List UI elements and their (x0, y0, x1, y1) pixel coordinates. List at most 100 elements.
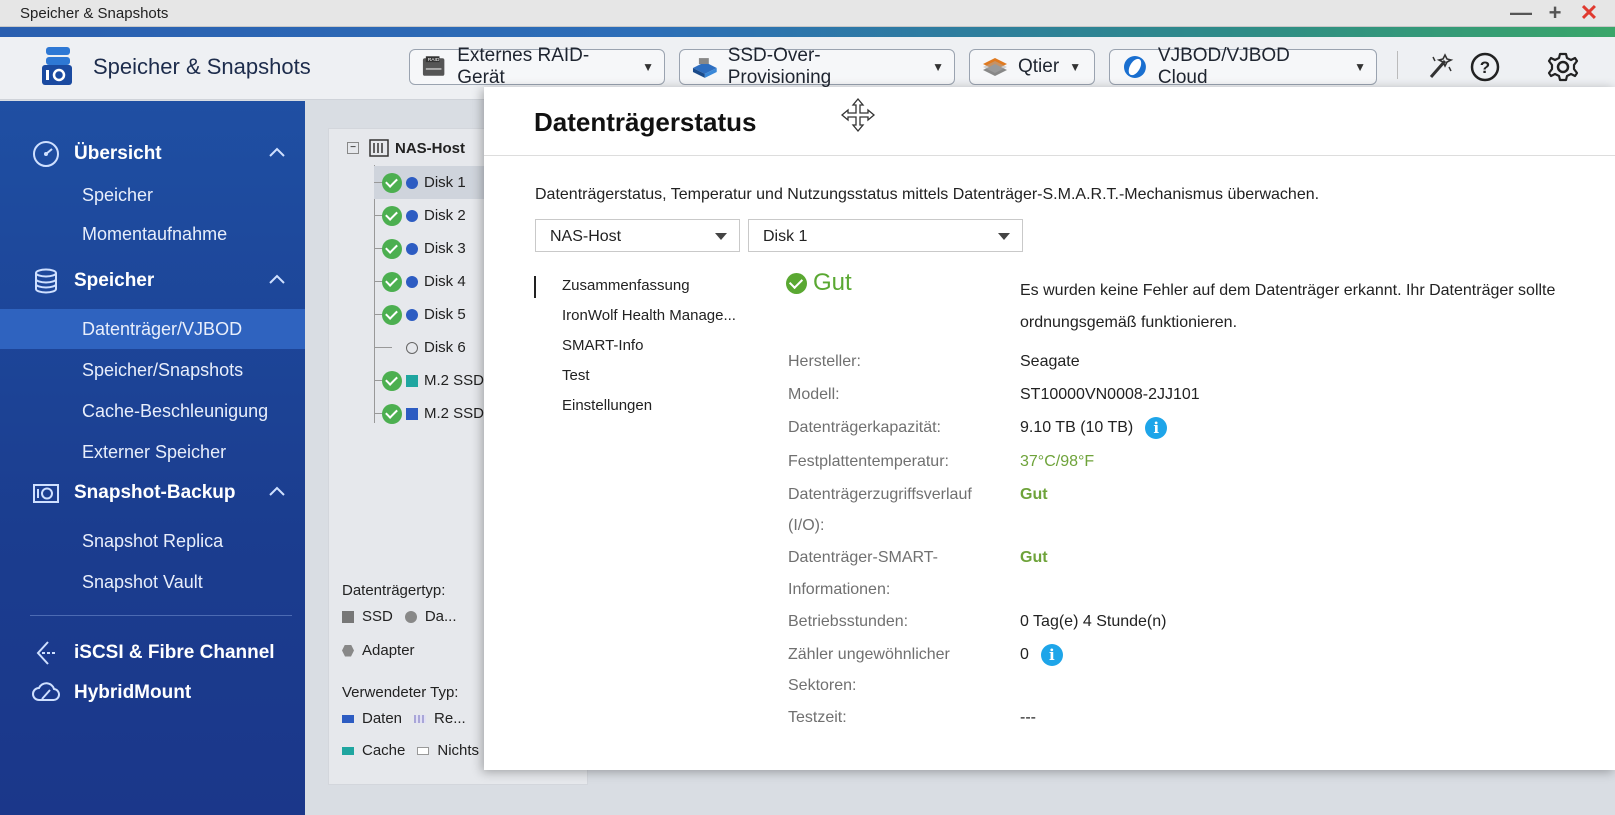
chevron-down-icon: ▼ (1354, 60, 1366, 74)
chevron-up-icon[interactable] (268, 146, 286, 158)
collapse-icon[interactable]: − (347, 142, 359, 154)
legend-disk-type-row: SSD Da... (342, 608, 457, 625)
tree-item-label: M.2 SSD (424, 405, 485, 422)
operating-hours-value: 0 Tag(e) 4 Stunde(n) (1020, 613, 1167, 630)
access-history-label-2: (I/O): (788, 517, 825, 534)
tree-branch (374, 347, 392, 348)
tree-root-label: NAS-Host (395, 139, 465, 157)
tree-item-label: Disk 6 (424, 339, 466, 356)
tree-item-label: Disk 1 (424, 174, 466, 191)
data-disk-dot (406, 275, 418, 288)
ssd-overprovisioning-button[interactable]: SSD-Over-Provisioning ▼ (679, 45, 955, 88)
sidebar-item-snapshot-overview[interactable]: Momentaufnahme (82, 224, 227, 245)
reserved-swatch (414, 714, 427, 723)
check-ok-icon (382, 403, 402, 424)
model-value: ST10000VN0008-2JJ101 (1020, 386, 1200, 403)
qtier-label: Qtier (1018, 56, 1060, 77)
minimize-button[interactable]: — (1509, 1, 1533, 25)
check-ok-icon (382, 370, 402, 391)
access-history-label: Datenträgerzugriffsverlauf (788, 486, 972, 503)
disk-status-dialog: Datenträgerstatus Datenträgerstatus, Tem… (484, 87, 1615, 770)
legend-used-row-2: Cache Nichts (342, 742, 479, 759)
data-swatch (342, 714, 354, 723)
gear-icon[interactable] (1547, 51, 1579, 83)
close-button[interactable]: ✕ (1577, 1, 1601, 25)
nav-summary[interactable]: Zusammenfassung (562, 277, 690, 294)
ssd-overprovisioning-label: SSD-Over-Provisioning (727, 45, 832, 88)
help-icon[interactable]: ? (1469, 51, 1501, 83)
iscsi-icon (36, 641, 56, 665)
sidebar-item-disks-vjbod[interactable]: Datenträger/VJBOD (0, 309, 305, 349)
manufacturer-label: Hersteller: (788, 353, 861, 370)
capacity-value: 9.10 TB (10 TB) (1020, 419, 1134, 436)
nav-settings[interactable]: Einstellungen (562, 397, 652, 414)
sidebar-section-label: Übersicht (74, 143, 162, 164)
sidebar-section-iscsi[interactable]: iSCSI & Fibre Channel (0, 633, 305, 673)
test-time-value: --- (1020, 709, 1036, 726)
check-ok-icon (382, 304, 402, 325)
tree-item-label: Disk 4 (424, 273, 466, 290)
cache-ssd-square (406, 374, 418, 387)
info-icon[interactable]: i (1040, 643, 1063, 666)
legend-cache: Cache (362, 742, 406, 759)
legend-ssd: SSD (362, 608, 393, 625)
sidebar-section-label: Speicher (74, 270, 155, 291)
adapter-swatch (342, 644, 354, 657)
legend-used-row-1: Daten Re... (342, 710, 466, 727)
smart-label-2: Informationen: (788, 581, 891, 598)
nav-ironwolf-health[interactable]: IronWolf Health Manage... (562, 307, 736, 324)
bad-sectors-label-2: Sektoren: (788, 677, 857, 694)
host-select[interactable]: NAS-Host (535, 219, 740, 252)
vjbod-cloud-label: VJBOD/VJBOD Cloud (1157, 45, 1290, 88)
info-icon[interactable]: i (1145, 416, 1168, 439)
magic-wand-icon[interactable] (1423, 51, 1455, 83)
capacity-label: Datenträgerkapazität: (788, 419, 941, 436)
chevron-up-icon[interactable] (268, 273, 286, 285)
external-raid-button[interactable]: RAID Externes RAID-Gerät ▼ (409, 45, 665, 88)
nav-smart-info[interactable]: SMART-Info (562, 337, 643, 354)
sidebar-section-label: HybridMount (74, 682, 192, 703)
cloud-mount-icon (32, 682, 60, 701)
sidebar-item-storage-snapshots[interactable]: Speicher/Snapshots (82, 360, 243, 381)
disk-select[interactable]: Disk 1 (748, 219, 1023, 252)
header-divider (1397, 51, 1398, 79)
caret-down-icon (715, 233, 727, 240)
smart-label: Datenträger-SMART- (788, 549, 938, 566)
check-ok-icon (382, 271, 402, 292)
sidebar-item-cache-acceleration[interactable]: Cache-Beschleunigung (82, 401, 268, 422)
tree-root-nas-host[interactable]: − NAS-Host (347, 139, 465, 157)
maximize-button[interactable]: + (1543, 1, 1567, 25)
status-message: Es wurden keine Fehler auf dem Datenträg… (1020, 282, 1556, 331)
legend-used-type-heading: Verwendeter Typ: (342, 684, 459, 701)
cache-swatch (342, 746, 354, 755)
data-disk-dot (406, 242, 418, 255)
sidebar: Übersicht Speicher Momentaufnahme Speich… (0, 101, 305, 815)
access-history-value: Gut (1020, 486, 1048, 503)
sidebar-section-storage[interactable]: Speicher (0, 261, 305, 301)
dashboard-icon (33, 141, 59, 167)
legend-hdd: Da... (424, 608, 457, 625)
legend-data: Daten (362, 710, 403, 727)
sidebar-item-snapshot-vault[interactable]: Snapshot Vault (82, 572, 203, 593)
dialog-description: Datenträgerstatus, Temperatur und Nutzun… (535, 186, 1320, 203)
move-icon[interactable] (840, 97, 876, 133)
legend-adapter-row: Adapter (342, 642, 415, 659)
sidebar-item-snapshot-replica[interactable]: Snapshot Replica (82, 531, 223, 552)
sidebar-section-overview[interactable]: Übersicht (0, 134, 305, 174)
tree-item-label: Disk 2 (424, 207, 466, 224)
data-ssd-square (406, 407, 418, 420)
sidebar-section-snapshot-backup[interactable]: Snapshot-Backup (0, 473, 305, 513)
bad-sectors-value: 0 (1020, 646, 1029, 663)
nav-test[interactable]: Test (562, 367, 590, 384)
sidebar-item-external-storage[interactable]: Externer Speicher (82, 442, 226, 463)
vjbod-cloud-button[interactable]: VJBOD/VJBOD Cloud ▼ (1109, 45, 1377, 88)
dialog-divider (484, 155, 1615, 156)
qtier-icon (983, 58, 1007, 76)
check-ok-icon (382, 172, 402, 193)
sidebar-section-hybridmount[interactable]: HybridMount (0, 673, 305, 713)
qtier-button[interactable]: Qtier ▼ (969, 49, 1095, 85)
data-disk-dot (406, 209, 418, 222)
sidebar-item-storage-overview[interactable]: Speicher (82, 185, 153, 206)
chevron-up-icon[interactable] (268, 485, 286, 497)
dialog-title: Datenträgerstatus (534, 107, 757, 137)
